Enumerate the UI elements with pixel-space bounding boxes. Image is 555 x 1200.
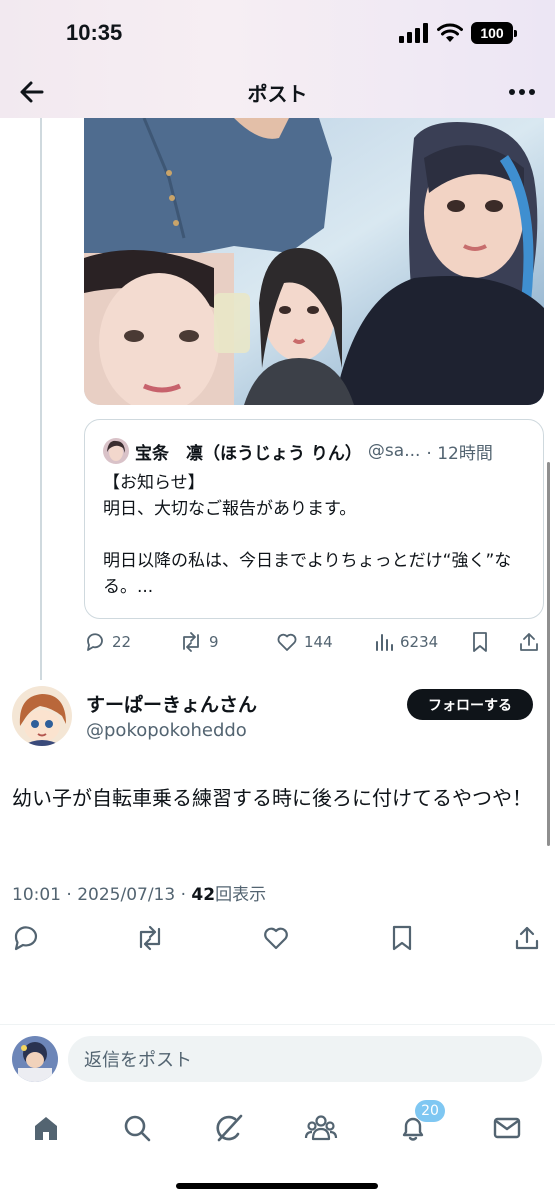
quoted-post-text: 【お知らせ】 明日、大切なご報告があります。 明日以降の私は、今日までよりちょっ… [103,473,512,597]
repost-count: 9 [209,633,219,651]
quoted-post-time: · 12時間 [426,443,493,464]
status-bar: 10:35 100 [0,0,555,66]
bookmark-icon [473,632,487,652]
quoted-author-handle: @sa... [367,441,421,461]
parent-post-actions: 22 9 144 6234 [84,628,554,656]
avatar-image [12,686,72,746]
avatar-image [103,438,129,464]
nav-grok[interactable] [209,1108,249,1148]
quoted-post[interactable]: 宝条 凛（ほうじょう りん） @sa... · 12時間 【お知らせ】 明日、大… [84,419,544,619]
status-icons: 100 [399,22,517,44]
post-view-count: 42 [191,885,216,905]
home-icon [35,1117,57,1140]
post-actions [0,922,555,954]
notifications-badge: 20 [415,1100,445,1122]
share-button[interactable] [511,922,543,954]
post-text: 幼い子が自転車乗る練習する時に後ろに付けてるやつや！ [12,786,532,810]
messages-icon [493,1117,521,1139]
post-meta: 10:01 · 2025/07/13 · 42回表示 [12,880,266,905]
author-avatar[interactable] [12,686,72,746]
reply-count: 22 [112,633,132,651]
wifi-icon [437,23,463,42]
follow-button[interactable]: フォローする [407,689,533,720]
avatar-image [12,1036,58,1082]
header: ポスト [0,66,555,118]
like-button[interactable]: 144 [276,628,333,656]
more-icon[interactable] [505,76,539,108]
share-icon [520,633,538,651]
reply-icon [14,926,38,951]
views-button[interactable]: 6234 [374,628,438,656]
quoted-author-avatar [103,438,129,464]
reply-input[interactable]: 返信をポスト [68,1036,542,1082]
like-icon [277,633,297,651]
repost-icon [183,632,199,652]
scrollbar[interactable] [547,462,550,846]
nav-search[interactable] [117,1108,157,1148]
home-indicator [176,1183,378,1189]
photo-collage [84,118,544,405]
grok-icon [216,1114,243,1142]
views-icon [376,634,393,651]
battery-indicator: 100 [471,22,517,44]
like-icon [264,927,288,950]
repost-icon [139,925,161,951]
repost-button[interactable] [134,922,166,954]
like-button[interactable] [260,922,292,954]
bookmark-button[interactable] [386,922,418,954]
page-title: ポスト [247,82,308,106]
reply-button[interactable]: 22 [84,628,131,656]
share-icon [515,926,539,950]
post-view-label: 回表示 [215,885,267,905]
status-time: 10:35 [66,20,123,45]
author-name[interactable]: すーぱーきょんさん [86,690,257,717]
reply-button[interactable] [10,922,42,954]
post-image[interactable] [84,118,544,405]
quoted-author-name: 宝条 凛（ほうじょう りん） [135,443,362,464]
repost-button[interactable]: 9 [179,628,219,656]
like-count: 144 [304,633,333,651]
nav-home[interactable] [26,1108,66,1148]
cellular-signal-icon [399,23,428,43]
divider [0,1024,555,1025]
reply-icon [87,633,103,651]
communities-icon [304,1115,338,1141]
quoted-post-header: 宝条 凛（ほうじょう りん） @sa... · 12時間 [103,438,493,464]
my-avatar[interactable] [12,1036,58,1082]
bookmark-icon [392,925,412,951]
bookmark-button[interactable] [470,628,490,656]
author-handle[interactable]: @pokopokoheddo [86,720,247,741]
thread-line [40,118,42,680]
share-button[interactable] [518,628,540,656]
nav-messages[interactable] [487,1108,527,1148]
search-icon [124,1115,151,1142]
post-timestamp[interactable]: 10:01 · 2025/07/13 · [12,885,191,905]
nav-communities[interactable] [301,1108,341,1148]
view-count: 6234 [400,633,439,651]
